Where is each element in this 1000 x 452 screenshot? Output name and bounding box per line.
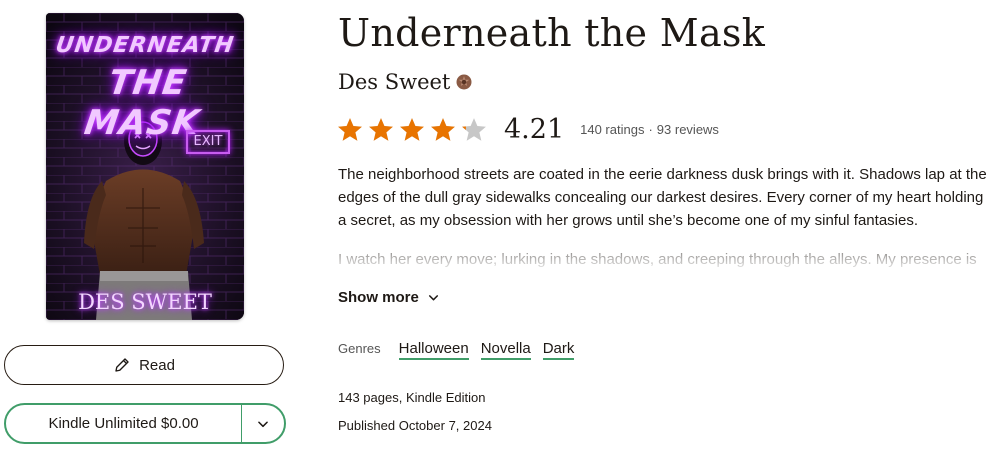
chevron-down-icon xyxy=(258,420,268,427)
genres-label: Genres xyxy=(338,341,381,356)
rating-row: 4.21 140 ratings · 93 reviews xyxy=(336,114,719,145)
book-details: 143 pages, Kindle Edition Published Octo… xyxy=(338,390,492,446)
genre-link[interactable]: Dark xyxy=(542,340,575,360)
star-icon xyxy=(369,117,393,141)
read-button-label: Read xyxy=(139,356,175,374)
description-paragraph: The neighborhood streets are coated in t… xyxy=(338,166,987,229)
pages-format: 143 pages, Kindle Edition xyxy=(338,390,486,405)
show-more-button[interactable]: Show more xyxy=(338,289,440,306)
author-badge-icon xyxy=(456,74,472,90)
cover-title-line1: UNDERNEATH xyxy=(54,33,236,58)
pencil-icon xyxy=(115,358,129,372)
description-truncated-paragraph: I watch her every move; lurking in the s… xyxy=(338,251,977,268)
genres-list: Genres Halloween Novella Dark xyxy=(338,340,575,360)
read-button[interactable]: Read xyxy=(4,345,284,385)
show-more-label: Show more xyxy=(338,289,419,306)
book-description: The neighborhood streets are coated in t… xyxy=(338,163,992,249)
cover-author: DES SWEET xyxy=(78,290,212,314)
star-icon xyxy=(431,117,455,141)
chevron-down-icon xyxy=(428,295,438,301)
book-cover[interactable]: UNDERNEATH THE MASK EXIT DES SWEET xyxy=(46,13,244,320)
ratings-count-link[interactable]: 140 ratings xyxy=(580,122,644,137)
star-icon xyxy=(400,117,424,141)
stats-separator: · xyxy=(648,122,653,137)
genre-link[interactable]: Novella xyxy=(480,340,531,360)
genre-link[interactable]: Halloween xyxy=(398,340,469,360)
rating-stars xyxy=(336,116,488,144)
star-icon xyxy=(462,117,486,141)
kindle-unlimited-button[interactable]: Kindle Unlimited $0.00 xyxy=(6,405,241,442)
rating-stats: 140 ratings · 93 reviews xyxy=(580,122,719,137)
author-row: Des Sweet xyxy=(338,70,473,94)
reviews-count-link[interactable]: 93 reviews xyxy=(657,122,719,137)
book-title: Underneath the Mask xyxy=(338,11,766,55)
author-link[interactable]: Des Sweet xyxy=(338,70,450,94)
average-rating: 4.21 xyxy=(504,114,565,145)
buy-options-dropdown-button[interactable] xyxy=(242,405,284,442)
kindle-unlimited-button-group: Kindle Unlimited $0.00 xyxy=(4,403,286,444)
star-icon xyxy=(338,117,362,141)
cover-exit-sign: EXIT xyxy=(186,130,230,154)
kindle-unlimited-label: Kindle Unlimited $0.00 xyxy=(48,415,199,432)
publication-date: Published October 7, 2024 xyxy=(338,418,492,433)
cover-artwork xyxy=(46,13,244,320)
